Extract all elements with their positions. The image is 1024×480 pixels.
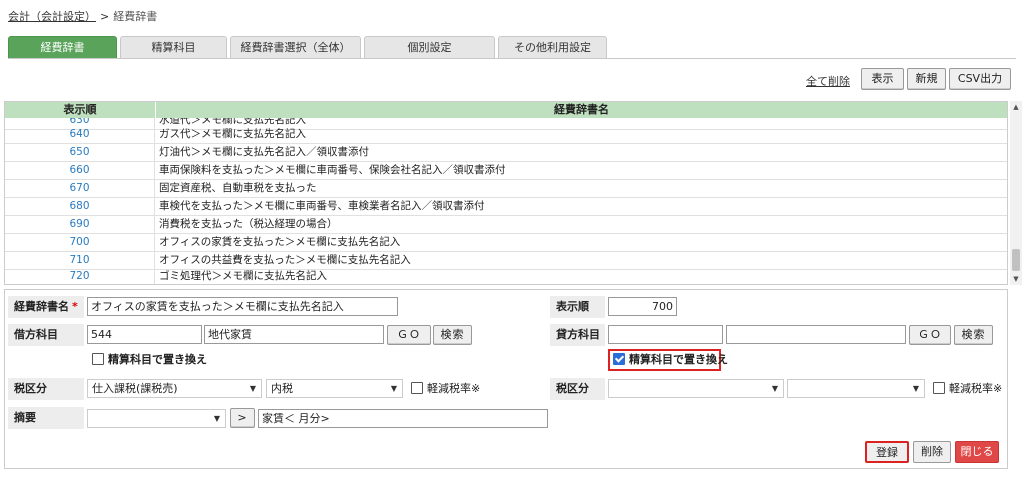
chevron-down-icon: ▼	[390, 384, 397, 393]
credit-replace-checkbox[interactable]: 精算科目で置き換え	[613, 352, 728, 368]
credit-name-input[interactable]	[726, 325, 906, 344]
checkbox-checked-icon	[613, 353, 625, 365]
display-order-label: 表示順	[550, 296, 605, 318]
credit-tax-incl-select[interactable]: ▼	[787, 379, 925, 398]
tab-expense-dictionary[interactable]: 経費辞書	[8, 36, 117, 58]
arrow-up-icon[interactable]: ▲	[1010, 101, 1022, 113]
tab-settlement-account[interactable]: 精算科目	[120, 36, 227, 58]
tab-dictionary-selection[interactable]: 経費辞書選択（全体）	[230, 36, 361, 58]
row-order[interactable]: 640	[5, 126, 155, 143]
row-name: 消費税を支払った（税込経理の場合）	[159, 218, 338, 230]
csv-export-button[interactable]: CSV出力	[949, 68, 1011, 90]
debit-reduced-rate-checkbox[interactable]: 軽減税率※	[411, 381, 480, 397]
row-order[interactable]: 650	[5, 144, 155, 161]
row-name: ゴミ処理代＞メモ欄に支払先名記入	[159, 270, 327, 282]
row-name: オフィスの共益費を支払った＞メモ欄に支払先名記入	[159, 254, 411, 266]
new-button[interactable]: 新規	[907, 68, 946, 90]
row-name: 車検代を支払った＞メモ欄に車両番号、車検業者名記入／領収書添付	[159, 200, 485, 212]
table-row[interactable]: 670 固定資産税、自動車税を支払った	[5, 180, 1007, 198]
debit-replace-checkbox[interactable]: 精算科目で置き換え	[92, 352, 207, 368]
breadcrumb-current: 経費辞書	[113, 10, 158, 23]
table-row[interactable]: 680 車検代を支払った＞メモ欄に車両番号、車検業者名記入／領収書添付	[5, 198, 1007, 216]
credit-code-input[interactable]	[608, 325, 723, 344]
debit-search-button[interactable]: 検索	[433, 325, 472, 345]
delete-button[interactable]: 削除	[913, 441, 951, 463]
memo-template-select[interactable]: ▼	[87, 409, 226, 428]
row-order[interactable]: 690	[5, 216, 155, 233]
row-name: 車両保険料を支払った＞メモ欄に車両番号、保険会社名記入／領収書添付	[159, 164, 506, 176]
credit-tax-label: 税区分	[550, 378, 605, 400]
breadcrumb: 会計（会計設定） > 経費辞書	[8, 8, 157, 24]
table-row[interactable]: 660 車両保険料を支払った＞メモ欄に車両番号、保険会社名記入／領収書添付	[5, 162, 1007, 180]
row-order[interactable]: 710	[5, 252, 155, 269]
display-button[interactable]: 表示	[861, 68, 904, 90]
credit-replace-label: 精算科目で置き換え	[629, 353, 728, 366]
table-row[interactable]: 690 消費税を支払った（税込経理の場合）	[5, 216, 1007, 234]
scrollbar-thumb[interactable]	[1012, 249, 1020, 271]
register-button[interactable]: 登録	[865, 441, 909, 463]
credit-account-label: 貸方科目	[550, 324, 605, 346]
required-mark: *	[72, 300, 78, 313]
breadcrumb-parent-link[interactable]: 会計（会計設定）	[8, 10, 96, 23]
tab-divider	[8, 58, 1016, 59]
checkbox-unchecked-icon	[933, 382, 945, 394]
credit-go-button[interactable]: ＧＯ	[909, 325, 951, 345]
debit-tax-type-select[interactable]: 仕入課税(課税売) ▼	[87, 379, 262, 398]
memo-input[interactable]: 家賃＜ 月分>	[258, 409, 548, 428]
expense-name-label: 経費辞書名 *	[8, 296, 84, 318]
table-scrollbar[interactable]: ▲ ▼	[1010, 101, 1022, 285]
debit-code-input[interactable]: 544	[87, 325, 202, 344]
row-name: 灯油代＞メモ欄に支払先名記入／領収書添付	[159, 146, 369, 158]
debit-account-label: 借方科目	[8, 324, 84, 346]
tab-other-settings[interactable]: その他利用設定	[498, 36, 607, 58]
table-row[interactable]: 640 ガス代＞メモ欄に支払先名記入	[5, 126, 1007, 144]
table-row[interactable]: 650 灯油代＞メモ欄に支払先名記入／領収書添付	[5, 144, 1007, 162]
row-order[interactable]: 720	[5, 268, 155, 284]
chevron-down-icon: ▼	[912, 384, 919, 393]
dictionary-table: 630 水道代＞メモ欄に支払先名記入 640 ガス代＞メモ欄に支払先名記入 65…	[4, 101, 1008, 285]
credit-tax-type-select[interactable]: ▼	[608, 379, 784, 398]
row-name: ガス代＞メモ欄に支払先名記入	[159, 128, 306, 140]
table-row[interactable]: 720 ゴミ処理代＞メモ欄に支払先名記入	[5, 268, 1007, 284]
debit-name-input[interactable]: 地代家賃	[204, 325, 384, 344]
table-row[interactable]: 700 オフィスの家賃を支払った＞メモ欄に支払先名記入	[5, 234, 1007, 252]
row-name: 固定資産税、自動車税を支払った	[159, 182, 317, 194]
chevron-down-icon: ▼	[249, 384, 256, 393]
column-header-order[interactable]: 表示順	[5, 102, 156, 118]
debit-tax-label: 税区分	[8, 378, 84, 400]
row-order[interactable]: 660	[5, 162, 155, 179]
row-order[interactable]: 670	[5, 180, 155, 197]
breadcrumb-separator: >	[100, 10, 110, 23]
debit-replace-label: 精算科目で置き換え	[108, 353, 207, 366]
debit-go-button[interactable]: ＧＯ	[387, 325, 431, 345]
clear-all-link[interactable]: 全て削除	[806, 73, 850, 89]
chevron-down-icon: ▼	[213, 414, 220, 423]
checkbox-unchecked-icon	[92, 353, 104, 365]
chevron-down-icon: ▼	[771, 384, 778, 393]
row-name: オフィスの家賃を支払った＞メモ欄に支払先名記入	[159, 236, 401, 248]
memo-insert-button[interactable]: >	[230, 408, 255, 428]
debit-tax-incl-select[interactable]: 内税 ▼	[266, 379, 403, 398]
checkbox-unchecked-icon	[411, 382, 423, 394]
table-header: 表示順 経費辞書名	[5, 102, 1007, 118]
arrow-down-icon[interactable]: ▼	[1010, 273, 1022, 285]
memo-label: 摘要	[8, 407, 84, 429]
tab-individual-settings[interactable]: 個別設定	[364, 36, 495, 58]
credit-reduced-rate-checkbox[interactable]: 軽減税率※	[933, 381, 1002, 397]
expense-name-input[interactable]: オフィスの家賃を支払った＞メモ欄に支払先名記入	[87, 297, 398, 316]
credit-search-button[interactable]: 検索	[954, 325, 993, 345]
credit-reduced-rate-label: 軽減税率※	[949, 382, 1003, 395]
row-order[interactable]: 700	[5, 234, 155, 251]
close-button[interactable]: 閉じる	[955, 441, 999, 463]
column-header-name[interactable]: 経費辞書名	[156, 102, 1007, 118]
row-order[interactable]: 680	[5, 198, 155, 215]
debit-reduced-rate-label: 軽減税率※	[427, 382, 481, 395]
display-order-input[interactable]: 700	[608, 297, 677, 316]
